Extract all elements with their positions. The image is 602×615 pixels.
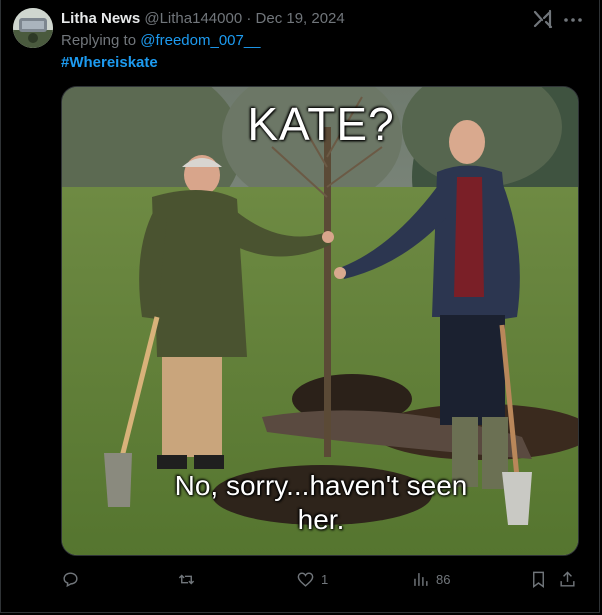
views-count: 86	[436, 571, 451, 587]
reply-icon	[63, 571, 78, 587]
tweet-card[interactable]: Litha News @Litha144000 · Dec 19, 2024 R…	[0, 0, 600, 613]
replying-to-link[interactable]: @freedom_007__	[140, 32, 260, 49]
meme-caption-bottom-line2: her.	[297, 504, 345, 535]
views-button[interactable]: 86	[411, 566, 450, 592]
hashtag-link[interactable]: #Whereiskate	[61, 54, 158, 71]
views-icon	[414, 572, 428, 586]
bookmark-icon	[533, 571, 544, 588]
replying-prefix: Replying to	[61, 32, 137, 49]
grok-icon[interactable]	[532, 9, 554, 29]
share-button[interactable]	[558, 566, 577, 592]
tweet-actions: 1 86	[61, 566, 581, 592]
repost-button[interactable]	[177, 566, 202, 592]
more-icon[interactable]	[561, 8, 585, 32]
avatar-image	[13, 8, 53, 48]
author-handle[interactable]: @Litha144000	[144, 10, 242, 27]
tweet-date[interactable]: Dec 19, 2024	[256, 10, 345, 27]
meme-caption-top: KATE?	[247, 98, 395, 150]
bookmark-button[interactable]	[529, 566, 548, 592]
author-avatar[interactable]	[13, 8, 53, 48]
like-icon	[297, 571, 314, 587]
author-name[interactable]: Litha News	[61, 10, 140, 27]
reply-button[interactable]	[61, 566, 86, 592]
tweet-media-image[interactable]: KATE? No, sorry...haven't seen her.	[61, 86, 579, 556]
like-button[interactable]: 1	[296, 566, 328, 592]
meme-caption-bottom-line1: No, sorry...haven't seen	[174, 470, 468, 501]
meme-caption-bottom: No, sorry...haven't seen her.	[62, 469, 578, 537]
header-separator: ·	[246, 10, 252, 27]
share-icon	[560, 570, 575, 587]
tweet-header: Litha News @Litha144000 · Dec 19, 2024	[61, 9, 345, 29]
repost-icon	[178, 574, 195, 584]
like-count: 1	[321, 571, 329, 587]
replying-to: Replying to @freedom_007__	[61, 32, 261, 49]
